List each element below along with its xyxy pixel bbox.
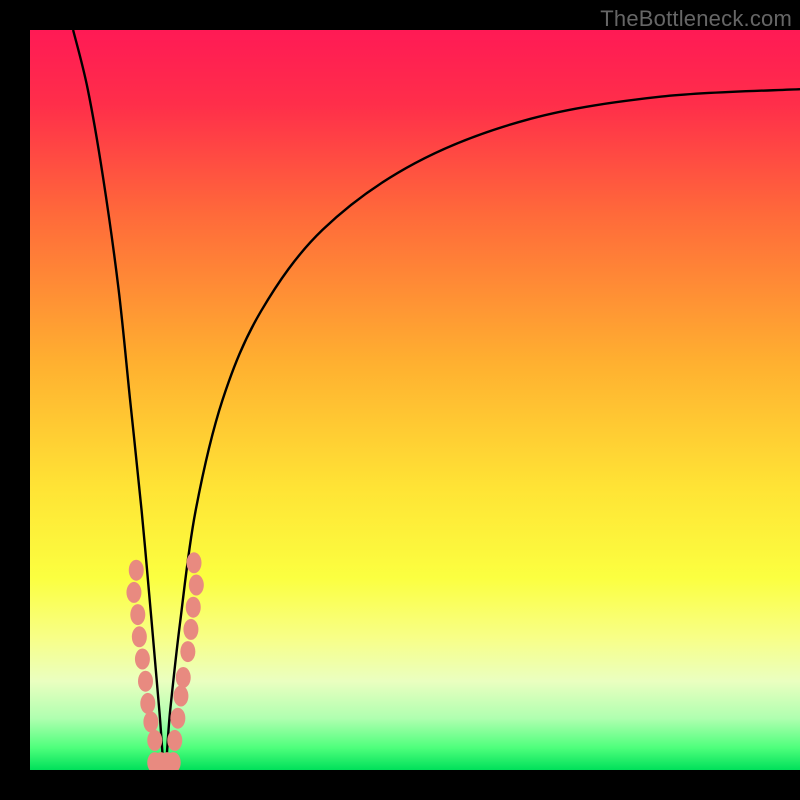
data-marker [176, 667, 191, 688]
data-marker [167, 730, 182, 751]
data-marker [130, 604, 145, 625]
data-marker [170, 708, 185, 729]
data-marker [140, 693, 155, 714]
data-marker [147, 730, 162, 751]
data-marker [126, 582, 141, 603]
data-marker [129, 560, 144, 581]
data-marker [143, 711, 158, 732]
data-marker [189, 575, 204, 596]
bottleneck-curve [73, 30, 800, 770]
data-marker [138, 671, 153, 692]
curve-layer [30, 30, 800, 770]
data-markers [126, 552, 203, 770]
data-marker [173, 686, 188, 707]
data-marker [180, 641, 195, 662]
plot-area [30, 30, 800, 770]
watermark-label: TheBottleneck.com [600, 6, 792, 32]
data-marker [132, 626, 147, 647]
chart-frame: TheBottleneck.com [0, 0, 800, 800]
data-marker [183, 619, 198, 640]
data-marker [186, 597, 201, 618]
data-marker [135, 649, 150, 670]
data-marker [187, 552, 202, 573]
